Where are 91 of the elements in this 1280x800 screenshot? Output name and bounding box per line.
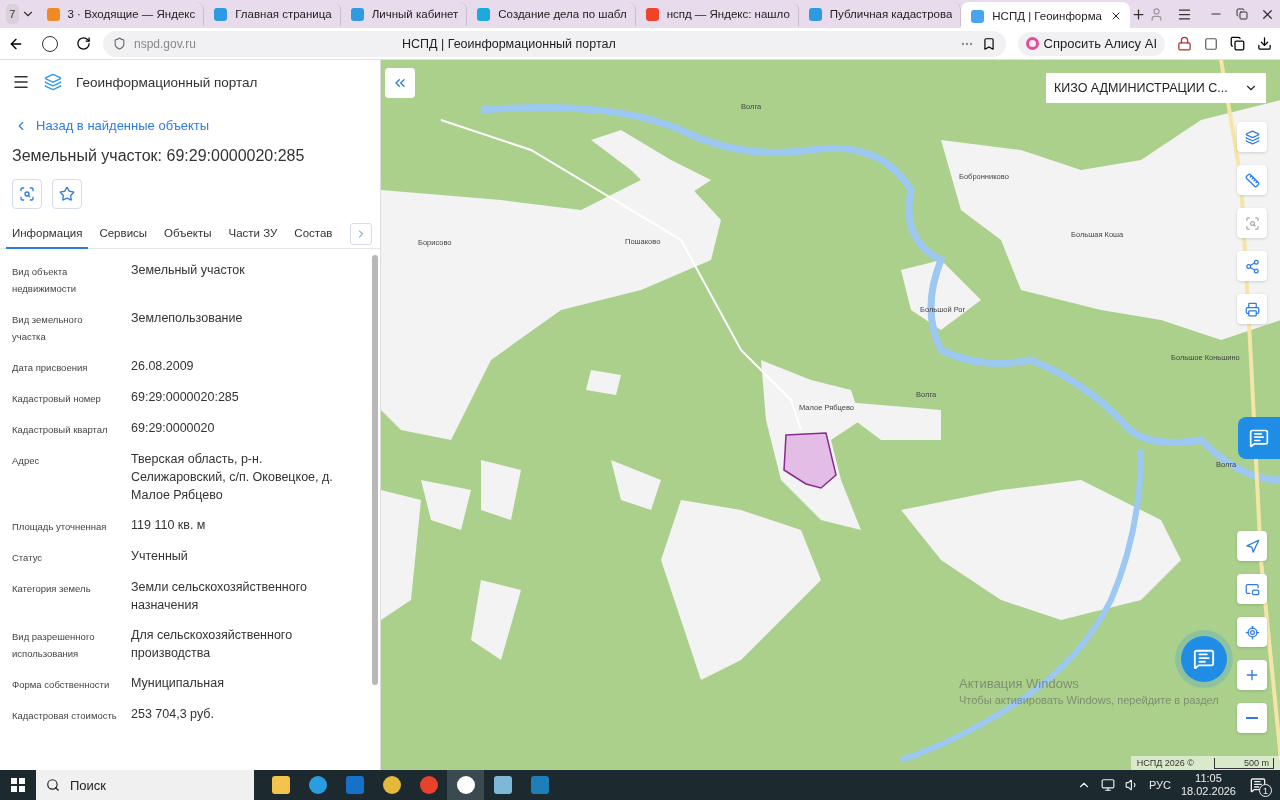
collapse-panel-button[interactable] xyxy=(385,68,415,98)
field-value: Тверская область, р-н. Селижаровский, с/п. Оковецкое, д. Малое Рябцево xyxy=(131,451,334,504)
field-value: Муниципальная xyxy=(131,675,225,692)
collections-icon[interactable] xyxy=(1230,36,1245,51)
field-value: 26.08.2009 xyxy=(131,358,195,375)
panel-tab[interactable]: Состав xyxy=(288,218,339,249)
minimap-icon xyxy=(1244,581,1260,597)
portal-logo-icon xyxy=(44,73,62,91)
language-indicator[interactable]: РУС xyxy=(1148,779,1171,791)
field-value: 119 110 кв. м xyxy=(131,517,207,534)
field-value: Земельный участок xyxy=(131,262,246,279)
field-value: 69:29:0000020:285 xyxy=(131,389,240,406)
field-label: Кадастровый номер xyxy=(12,392,102,406)
browser-tab[interactable]: Главная страница xyxy=(204,2,341,26)
field-value: Земли сельскохозяйственного назначения xyxy=(131,579,308,614)
field-label: Вид объекта недвижимости xyxy=(12,265,78,296)
url-text: nspd.gov.ru xyxy=(134,36,197,51)
field-label: Статус xyxy=(12,551,44,565)
back-link[interactable]: Назад в найденные объекты xyxy=(0,104,380,133)
extension-icon[interactable] xyxy=(1204,36,1218,51)
scan-search-icon xyxy=(1244,215,1260,231)
clock[interactable]: 11:05 18.02.2026 xyxy=(1180,772,1236,798)
portal-title: Геоинформационный портал xyxy=(76,74,258,90)
field-value: 69:29:0000020 xyxy=(131,420,216,437)
locate-object-button[interactable] xyxy=(12,179,42,209)
browser-tab[interactable]: НСПД | Геоинформа xyxy=(961,2,1130,30)
download-icon[interactable] xyxy=(1257,36,1272,51)
field-label: Дата присвоения xyxy=(12,361,89,375)
navigation-arrow-icon xyxy=(1244,538,1260,554)
panel-tab[interactable]: Части ЗУ xyxy=(222,218,284,249)
zoom-out-button[interactable] xyxy=(1237,703,1267,733)
field-label: Адрес xyxy=(12,454,41,468)
field-label: Площадь уточненная xyxy=(12,520,108,534)
browser-tab[interactable]: Личный кабинет xyxy=(340,2,468,26)
field-label: Категория земель xyxy=(12,582,92,596)
page-title: НСПД | Геоинформационный портал xyxy=(402,36,617,51)
message-icon xyxy=(1193,648,1215,670)
star-icon xyxy=(59,186,75,202)
favorite-button[interactable] xyxy=(52,179,82,209)
search-icon xyxy=(46,778,60,792)
panel-tab[interactable]: Объекты xyxy=(158,218,218,249)
field-value: Для сельскохозяйственного производства xyxy=(131,627,294,662)
field-label: Форма собственности xyxy=(12,678,111,692)
map-attribution: НСПД 2026 © xyxy=(1136,758,1194,768)
minimap-button[interactable] xyxy=(1237,574,1267,604)
share-icon xyxy=(1244,258,1260,274)
shield-icon xyxy=(113,37,126,50)
crosshair-icon xyxy=(1244,624,1260,640)
share-button[interactable] xyxy=(1237,251,1267,281)
panel-tab[interactable]: Информация xyxy=(6,218,89,249)
network-icon[interactable] xyxy=(1100,778,1115,792)
plus-icon xyxy=(1244,667,1260,683)
field-label: Кадастровый квартал xyxy=(12,423,109,437)
layers-button[interactable] xyxy=(1237,122,1267,152)
field-value: Учтенный xyxy=(131,548,189,565)
scan-search-icon xyxy=(19,186,35,202)
ruler-button[interactable] xyxy=(1237,165,1267,195)
taskbar-search-field[interactable]: Поиск xyxy=(36,770,254,800)
browser-tab[interactable]: нспд — Яндекс: нашло xyxy=(635,2,799,26)
field-label: Кадастровая стоимость xyxy=(12,709,118,723)
bookmark-icon[interactable] xyxy=(981,36,996,51)
browser-tab[interactable]: Публичная кадастрова xyxy=(798,2,962,26)
scrollbar-thumb[interactable] xyxy=(372,255,378,685)
menu-icon[interactable] xyxy=(12,73,30,91)
side-panel-button[interactable] xyxy=(1238,417,1280,459)
field-label: Вид разрешенного использования xyxy=(12,630,96,661)
print-button[interactable] xyxy=(1237,294,1267,324)
extension-icon[interactable] xyxy=(1177,36,1192,51)
browser-tab[interactable]: 3 · Входящие — Яндекс xyxy=(36,2,205,26)
locate-button[interactable] xyxy=(1237,617,1267,647)
navigation-button[interactable] xyxy=(1237,531,1267,561)
map-scale: 500 m xyxy=(1214,757,1274,769)
minus-icon xyxy=(1246,717,1258,719)
reload-icon[interactable] xyxy=(76,36,91,51)
address-bar[interactable]: nspd.gov.ru НСПД | Геоинформационный портал xyxy=(103,30,1006,57)
message-icon xyxy=(1249,428,1269,448)
field-value: Землепользование xyxy=(131,310,244,327)
browser-tab[interactable]: Создание дела по шабл xyxy=(467,2,636,26)
ruler-icon xyxy=(1244,172,1260,188)
tab-count[interactable]: 7 xyxy=(6,4,19,24)
panel-tab[interactable]: Сервисы xyxy=(93,218,154,249)
layer-select[interactable]: КИЗО АДМИНИСТРАЦИИ С... xyxy=(1046,73,1266,103)
alice-button[interactable]: Спросить Алису AI xyxy=(1017,31,1165,56)
layers-icon xyxy=(1244,129,1260,145)
notifications-icon xyxy=(1250,777,1266,793)
print-icon xyxy=(1244,301,1260,317)
zoom-in-button[interactable] xyxy=(1237,660,1267,690)
object-heading: Земельный участок: 69:29:0000020:285 xyxy=(11,146,306,165)
field-value: 253 704,3 руб. xyxy=(131,706,215,723)
field-label: Вид земельного участка xyxy=(12,313,84,344)
notification-count: 1 xyxy=(1259,784,1272,797)
